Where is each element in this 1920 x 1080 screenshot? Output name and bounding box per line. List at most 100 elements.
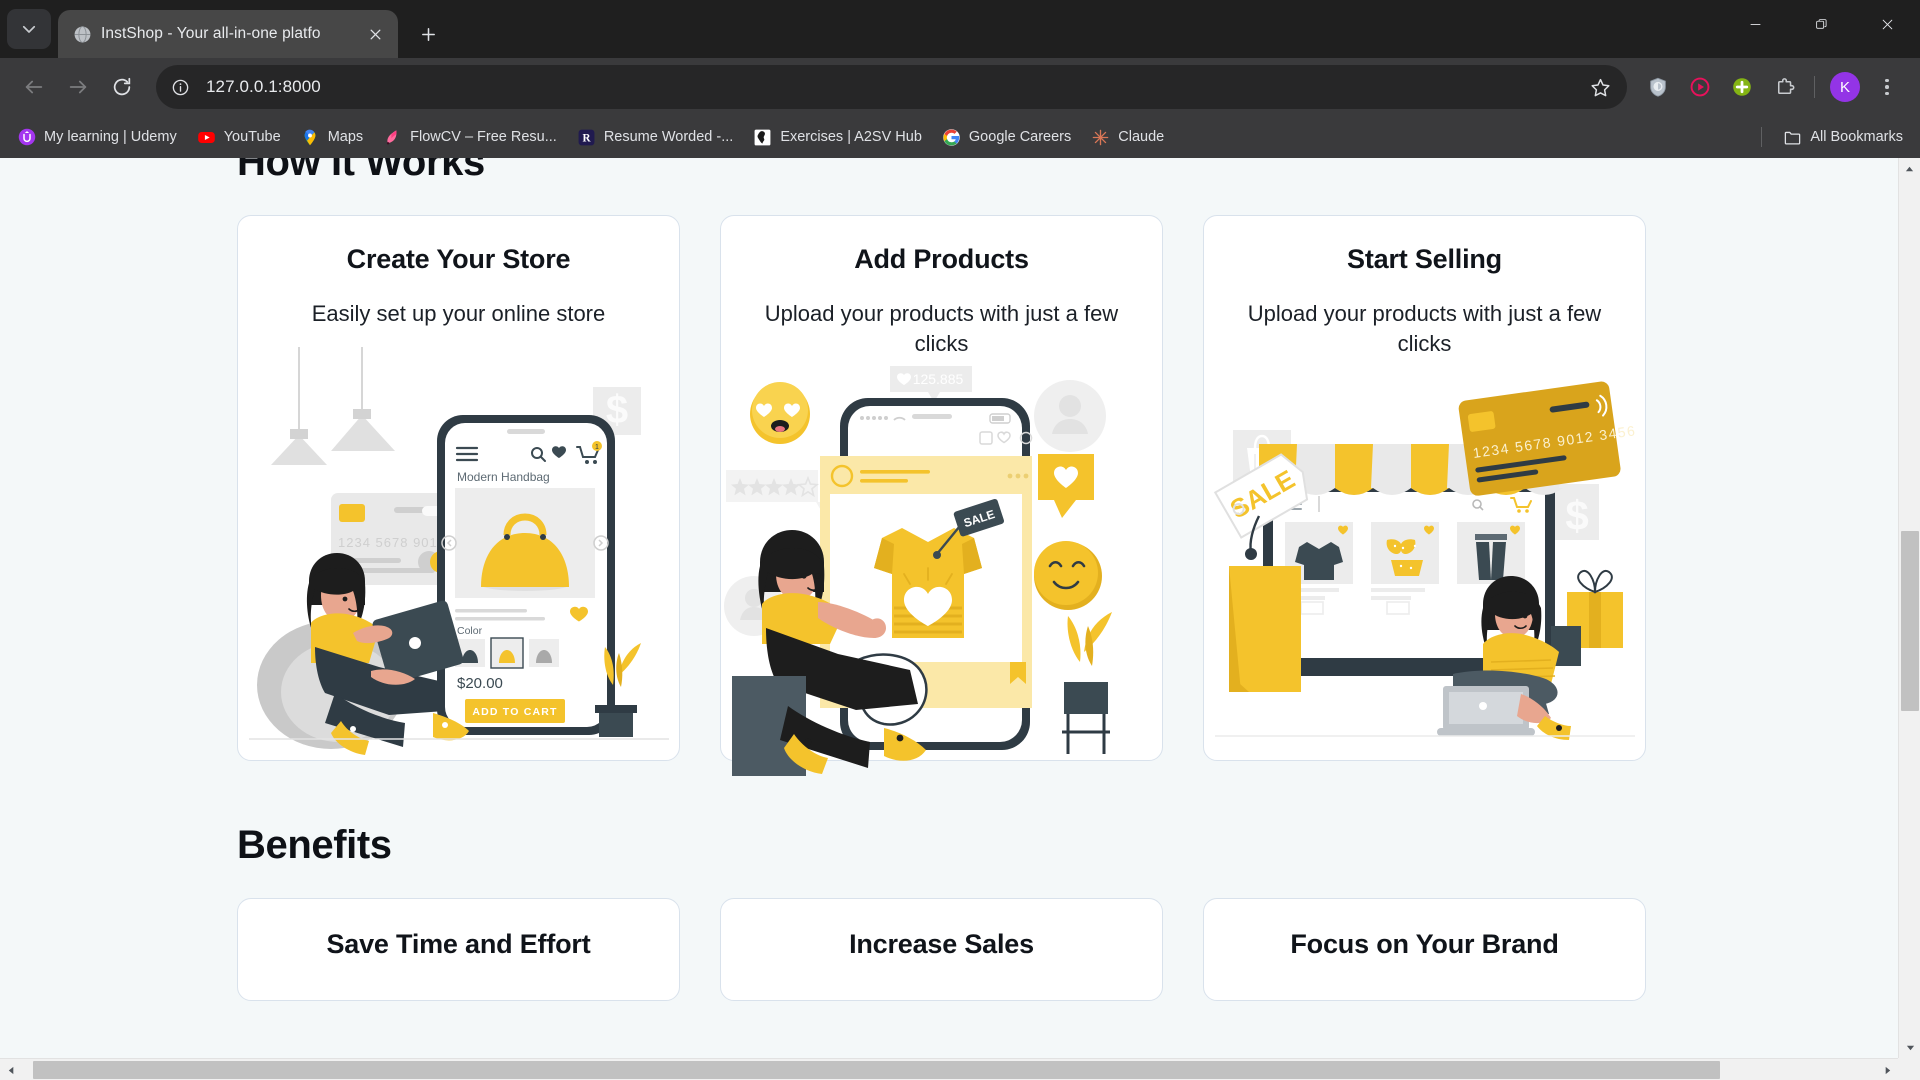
- google-maps-icon: [301, 128, 320, 147]
- bookmark-google-careers[interactable]: Google Careers: [933, 123, 1080, 152]
- svg-text:1: 1: [595, 444, 599, 451]
- bottom-scrollbar-strip: [0, 1058, 1920, 1080]
- social-media-product-post-illustration: 125.885: [743, 376, 1140, 736]
- section-heading-how-it-works: How It Works: [237, 158, 1646, 185]
- bookmarks-divider: [1761, 127, 1762, 147]
- bookmark-a2sv-hub[interactable]: Exercises | A2SV Hub: [744, 123, 931, 152]
- reload-button[interactable]: [100, 65, 144, 109]
- card-title: Focus on Your Brand: [1226, 929, 1623, 960]
- extensions-button[interactable]: [1763, 66, 1805, 108]
- bookmarks-bar: My learning | Udemy YouTube Maps: [0, 116, 1920, 158]
- bookmark-maps[interactable]: Maps: [292, 123, 372, 152]
- globe-icon: [72, 24, 92, 44]
- how-it-works-card-row: Create Your Store Easily set up your onl…: [237, 215, 1646, 761]
- close-icon: [369, 28, 382, 41]
- bookmark-star-button[interactable]: [1581, 68, 1619, 106]
- plus-icon: [420, 26, 437, 43]
- page-scroll-area: How It Works Create Your Store Easily se…: [0, 158, 1898, 1058]
- a2sv-icon: [753, 128, 772, 147]
- puzzle-extension-icon: [1773, 76, 1796, 99]
- all-bookmarks-label: All Bookmarks: [1810, 129, 1903, 145]
- toolbar-divider: [1814, 76, 1815, 98]
- chevron-left-icon: [7, 1066, 16, 1075]
- scroll-left-button[interactable]: [0, 1059, 22, 1080]
- bookmark-label: FlowCV – Free Resu...: [410, 129, 557, 145]
- bookmark-label: Google Careers: [969, 129, 1071, 145]
- tab-search-container: [0, 0, 58, 58]
- horizontal-scrollbar-thumb[interactable]: [33, 1061, 1720, 1079]
- benefit-card-increase-sales[interactable]: Increase Sales: [720, 898, 1163, 1001]
- vertical-scrollbar-thumb[interactable]: [1901, 531, 1919, 711]
- tab-search-button[interactable]: [7, 9, 51, 49]
- scroll-down-button[interactable]: [1899, 1036, 1920, 1058]
- bookmark-label: My learning | Udemy: [44, 129, 177, 145]
- card-title: Save Time and Effort: [260, 929, 657, 960]
- bookmark-label: Resume Worded -...: [604, 129, 733, 145]
- minimize-button[interactable]: [1722, 0, 1788, 48]
- benefit-card-save-time-and-effort[interactable]: Save Time and Effort: [237, 898, 680, 1001]
- address-bar[interactable]: 127.0.0.1:8000: [156, 65, 1627, 109]
- youtube-icon: [197, 128, 216, 147]
- svg-text:$: $: [1565, 492, 1588, 539]
- add-extension-button[interactable]: [1721, 66, 1763, 108]
- card-subtitle: Upload your products with just a few cli…: [743, 299, 1140, 358]
- tab-strip: InstShop - Your all-in-one platfo: [0, 0, 1920, 58]
- forward-arrow-icon: [67, 76, 89, 98]
- svg-text:ADD TO CART: ADD TO CART: [472, 706, 557, 718]
- bookmark-flowcv[interactable]: FlowCV – Free Resu...: [374, 123, 566, 152]
- page-viewport: How It Works Create Your Store Easily se…: [0, 158, 1920, 1058]
- maximize-icon: [1815, 18, 1828, 31]
- url-text[interactable]: 127.0.0.1:8000: [198, 77, 1581, 97]
- tab-close-button[interactable]: [362, 21, 388, 47]
- svg-text:125.885: 125.885: [912, 371, 963, 387]
- back-button[interactable]: [12, 65, 56, 109]
- card-subtitle: Upload your products with just a few cli…: [1226, 299, 1623, 358]
- scroll-up-button[interactable]: [1899, 158, 1920, 180]
- chrome-menu-button[interactable]: [1866, 66, 1908, 108]
- folder-icon: [1783, 128, 1802, 147]
- browser-tab[interactable]: InstShop - Your all-in-one platfo: [58, 10, 398, 58]
- how-it-works-card-add-products[interactable]: Add Products Upload your products with j…: [720, 215, 1163, 761]
- bookmark-claude[interactable]: Claude: [1082, 123, 1173, 152]
- reload-icon: [111, 76, 133, 98]
- udemy-icon: [17, 128, 36, 147]
- how-it-works-card-start-selling[interactable]: Start Selling Upload your products with …: [1203, 215, 1646, 761]
- vertical-scrollbar[interactable]: [1898, 158, 1920, 1058]
- star-icon: [1590, 77, 1611, 98]
- bookmark-my-learning-udemy[interactable]: My learning | Udemy: [8, 123, 186, 152]
- play-circle-icon: [1689, 76, 1711, 98]
- browser-window: InstShop - Your all-in-one platfo: [0, 0, 1920, 1080]
- bookmark-resume-worded[interactable]: R Resume Worded -...: [568, 123, 742, 152]
- all-bookmarks-button[interactable]: All Bookmarks: [1774, 123, 1912, 152]
- profile-button[interactable]: K: [1824, 66, 1866, 108]
- plus-circle-icon: [1731, 76, 1753, 98]
- new-tab-button[interactable]: [406, 12, 450, 56]
- maximize-button[interactable]: [1788, 0, 1854, 48]
- how-it-works-card-create-your-store[interactable]: Create Your Store Easily set up your onl…: [237, 215, 680, 761]
- bookmark-label: YouTube: [224, 129, 281, 145]
- online-shopping-phone-illustration: $ 1234 5678 9012 345: [260, 347, 657, 707]
- horizontal-scrollbar[interactable]: [0, 1058, 1898, 1080]
- svg-text:Color: Color: [457, 625, 483, 637]
- scroll-right-button[interactable]: [1876, 1059, 1898, 1080]
- benefits-card-row: Save Time and Effort Increase Sales Focu…: [237, 898, 1646, 1001]
- svg-text:$20.00: $20.00: [457, 675, 503, 692]
- benefit-card-focus-on-your-brand[interactable]: Focus on Your Brand: [1203, 898, 1646, 1001]
- page-content: How It Works Create Your Store Easily se…: [0, 158, 1883, 1001]
- card-title: Create Your Store: [260, 244, 657, 275]
- card-title: Increase Sales: [743, 929, 1140, 960]
- forward-button[interactable]: [56, 65, 100, 109]
- svg-text:Modern Handbag: Modern Handbag: [457, 470, 550, 484]
- play-extension-button[interactable]: [1679, 66, 1721, 108]
- close-window-button[interactable]: [1854, 0, 1920, 48]
- svg-text:R: R: [582, 132, 591, 144]
- bookmark-label: Exercises | A2SV Hub: [780, 129, 922, 145]
- shield-extension-button[interactable]: [1637, 66, 1679, 108]
- card-title: Start Selling: [1226, 244, 1623, 275]
- bookmark-youtube[interactable]: YouTube: [188, 123, 290, 152]
- site-info-button[interactable]: [162, 69, 198, 105]
- google-icon: [942, 128, 961, 147]
- three-dot-menu-icon: [1885, 79, 1889, 96]
- close-icon: [1881, 18, 1894, 31]
- shield-icon: [1647, 76, 1669, 98]
